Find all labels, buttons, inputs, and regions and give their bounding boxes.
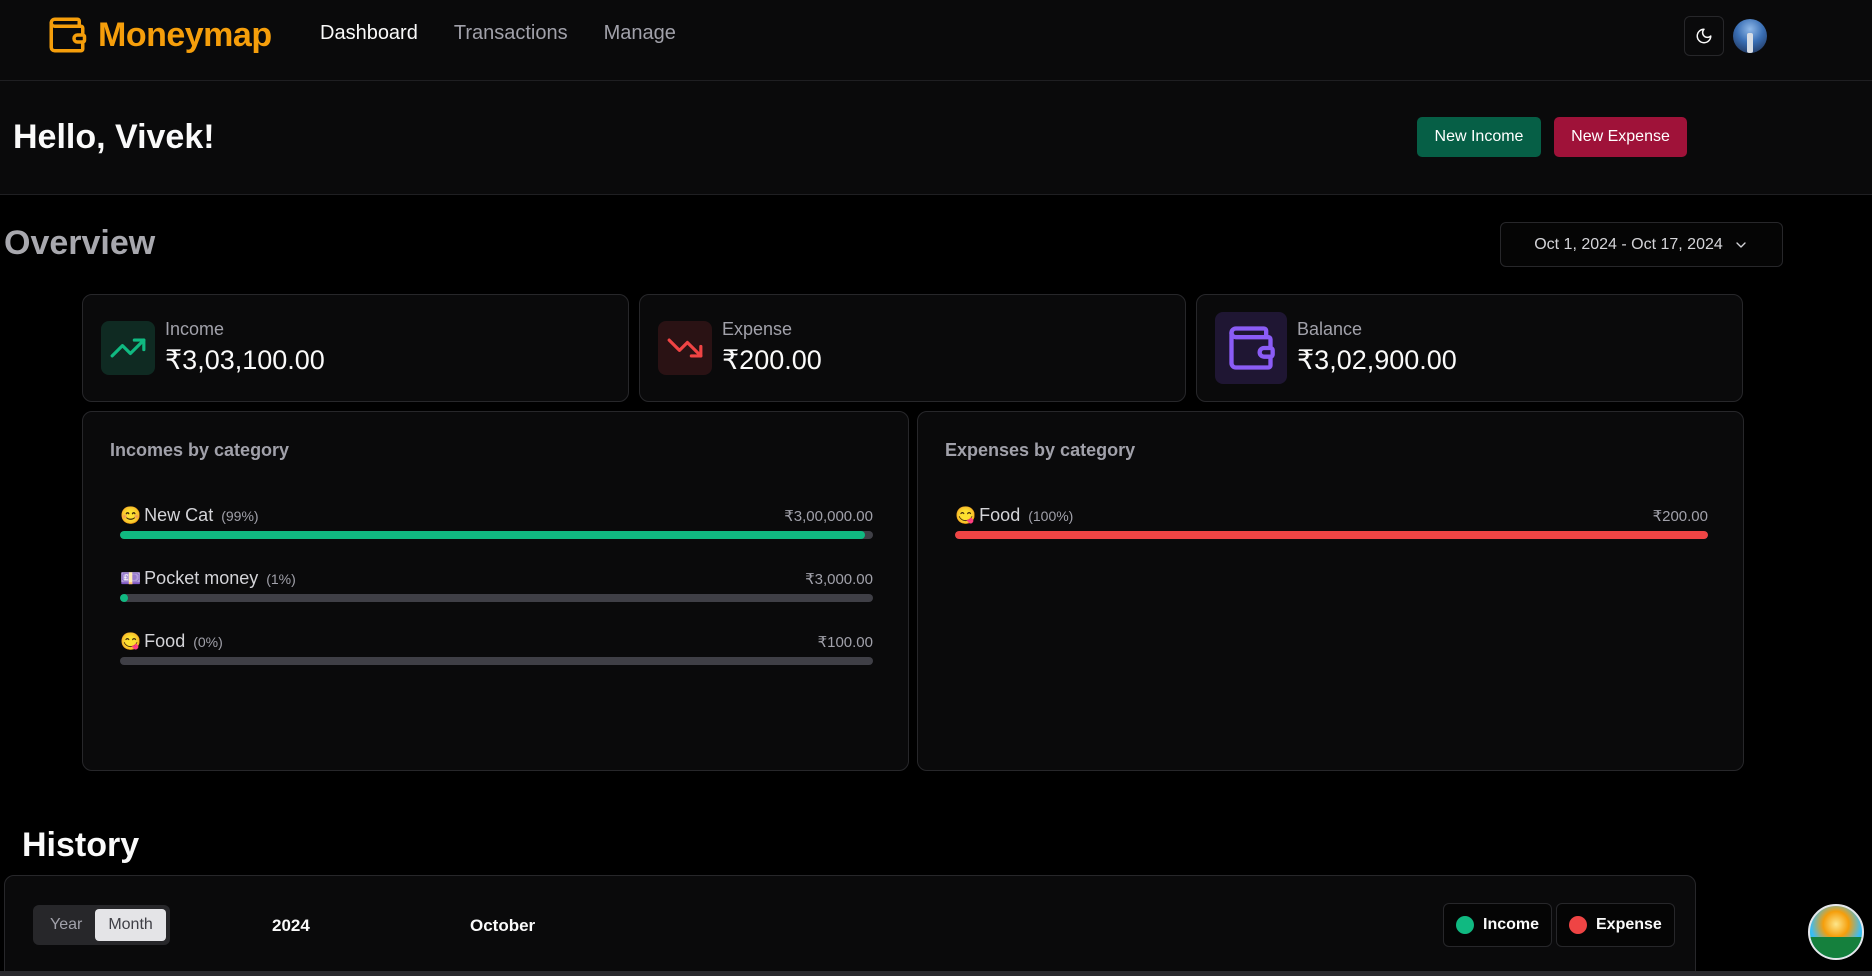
wallet-icon xyxy=(1229,326,1275,370)
category-progress-track xyxy=(120,594,873,602)
category-label: Food xyxy=(144,631,186,651)
income-stat-value: ₹3,03,100.00 xyxy=(165,345,325,375)
category-progress-fill xyxy=(120,594,128,602)
expense-stat-value: ₹200.00 xyxy=(722,345,822,375)
date-range-picker[interactable]: Oct 1, 2024 - Oct 17, 2024 xyxy=(1500,222,1783,267)
income-stat-label: Income xyxy=(165,319,225,339)
category-amount: ₹100.00 xyxy=(817,634,873,651)
user-avatar[interactable] xyxy=(1733,19,1767,53)
new-expense-button[interactable]: New Expense xyxy=(1554,117,1687,157)
brand-name: Moneymap xyxy=(98,15,272,54)
nav-transactions[interactable]: Transactions xyxy=(454,22,568,45)
category-label: New Cat xyxy=(144,505,214,525)
greeting-bar: Hello, Vivek! New Income New Expense xyxy=(0,81,1872,195)
category-progress-fill xyxy=(120,531,866,539)
category-label: Food xyxy=(979,505,1021,525)
balance-stat-value: ₹3,02,900.00 xyxy=(1297,345,1457,375)
history-card: Year Month 2024 October Income Expense xyxy=(4,875,1696,976)
category-name: 😊 New Cat (99%) xyxy=(120,505,259,526)
category-percent: (0%) xyxy=(193,634,223,650)
month-select[interactable]: October xyxy=(470,916,535,936)
category-amount: ₹3,000.00 xyxy=(805,571,873,588)
greeting-title: Hello, Vivek! xyxy=(13,118,215,156)
income-category-row: 😊 New Cat (99%) ₹3,00,000.00 xyxy=(120,505,873,555)
expense-stat-label: Expense xyxy=(722,319,793,339)
expenses-by-category-title: Expenses by category xyxy=(945,440,1136,460)
overview-title: Overview xyxy=(4,224,156,262)
category-name: 😋 Food (100%) xyxy=(955,505,1073,526)
category-emoji: 😋 xyxy=(955,506,977,525)
balance-stat-card: Balance ₹3,02,900.00 xyxy=(1196,294,1743,402)
trending-down-icon xyxy=(667,338,703,358)
wallet-logo-icon xyxy=(49,17,87,53)
category-emoji: 😋 xyxy=(120,632,142,651)
floating-avatar-button[interactable] xyxy=(1808,904,1864,960)
brand-logo[interactable]: Moneymap xyxy=(46,14,272,56)
category-emoji: 💷 xyxy=(120,569,142,588)
balance-stat-icon-box xyxy=(1215,312,1287,384)
category-name: 😋 Food (0%) xyxy=(120,631,223,652)
category-progress-track xyxy=(120,657,873,665)
category-amount: ₹200.00 xyxy=(1652,508,1708,525)
period-year-tab[interactable]: Year xyxy=(37,909,95,941)
period-month-tab[interactable]: Month xyxy=(95,909,166,941)
expense-category-row: 😋 Food (100%) ₹200.00 xyxy=(955,505,1708,555)
moon-icon xyxy=(1696,28,1712,44)
legend-income-label: Income xyxy=(1483,916,1540,933)
category-percent: (1%) xyxy=(266,571,296,587)
date-range-text: Oct 1, 2024 - Oct 17, 2024 xyxy=(1534,235,1723,253)
category-progress-track xyxy=(955,531,1708,539)
period-toggle: Year Month xyxy=(33,905,170,945)
category-name: 💷 Pocket money (1%) xyxy=(120,568,296,589)
income-stat-card: Income ₹3,03,100.00 xyxy=(82,294,629,402)
expenses-by-category-card: Expenses by category 😋 Food (100%) ₹200.… xyxy=(917,411,1744,771)
incomes-by-category-card: Incomes by category 😊 New Cat (99%) ₹3,0… xyxy=(82,411,909,771)
bottom-divider xyxy=(0,971,1872,976)
history-title: History xyxy=(22,826,140,864)
incomes-by-category-title: Incomes by category xyxy=(110,440,290,460)
category-amount: ₹3,00,000.00 xyxy=(784,508,873,525)
new-income-button[interactable]: New Income xyxy=(1417,117,1541,157)
legend-income-toggle[interactable]: Income xyxy=(1443,903,1553,947)
year-select[interactable]: 2024 xyxy=(272,916,310,936)
expense-stat-card: Expense ₹200.00 xyxy=(639,294,1186,402)
expense-stat-icon-box xyxy=(658,321,712,375)
balance-stat-label: Balance xyxy=(1297,319,1363,339)
category-progress-track xyxy=(120,531,873,539)
trending-up-icon xyxy=(110,338,146,358)
category-percent: (100%) xyxy=(1028,508,1074,524)
income-category-row: 💷 Pocket money (1%) ₹3,000.00 xyxy=(120,568,873,618)
category-emoji: 😊 xyxy=(120,506,142,525)
chevron-down-icon xyxy=(1736,241,1746,248)
category-progress-fill xyxy=(955,531,1708,539)
navbar: Moneymap Dashboard Transactions Manage xyxy=(0,0,1872,81)
main-nav: Dashboard Transactions Manage xyxy=(320,22,676,45)
legend-expense-label: Expense xyxy=(1596,916,1662,933)
income-stat-icon-box xyxy=(101,321,155,375)
category-percent: (99%) xyxy=(221,508,259,524)
nav-dashboard[interactable]: Dashboard xyxy=(320,22,418,45)
category-label: Pocket money xyxy=(144,568,259,588)
legend-expense-toggle[interactable]: Expense xyxy=(1556,903,1675,947)
income-category-row: 😋 Food (0%) ₹100.00 xyxy=(120,631,873,681)
expense-dot-icon xyxy=(1569,916,1587,934)
income-dot-icon xyxy=(1456,916,1474,934)
nav-manage[interactable]: Manage xyxy=(604,22,676,45)
theme-toggle-button[interactable] xyxy=(1684,16,1724,56)
